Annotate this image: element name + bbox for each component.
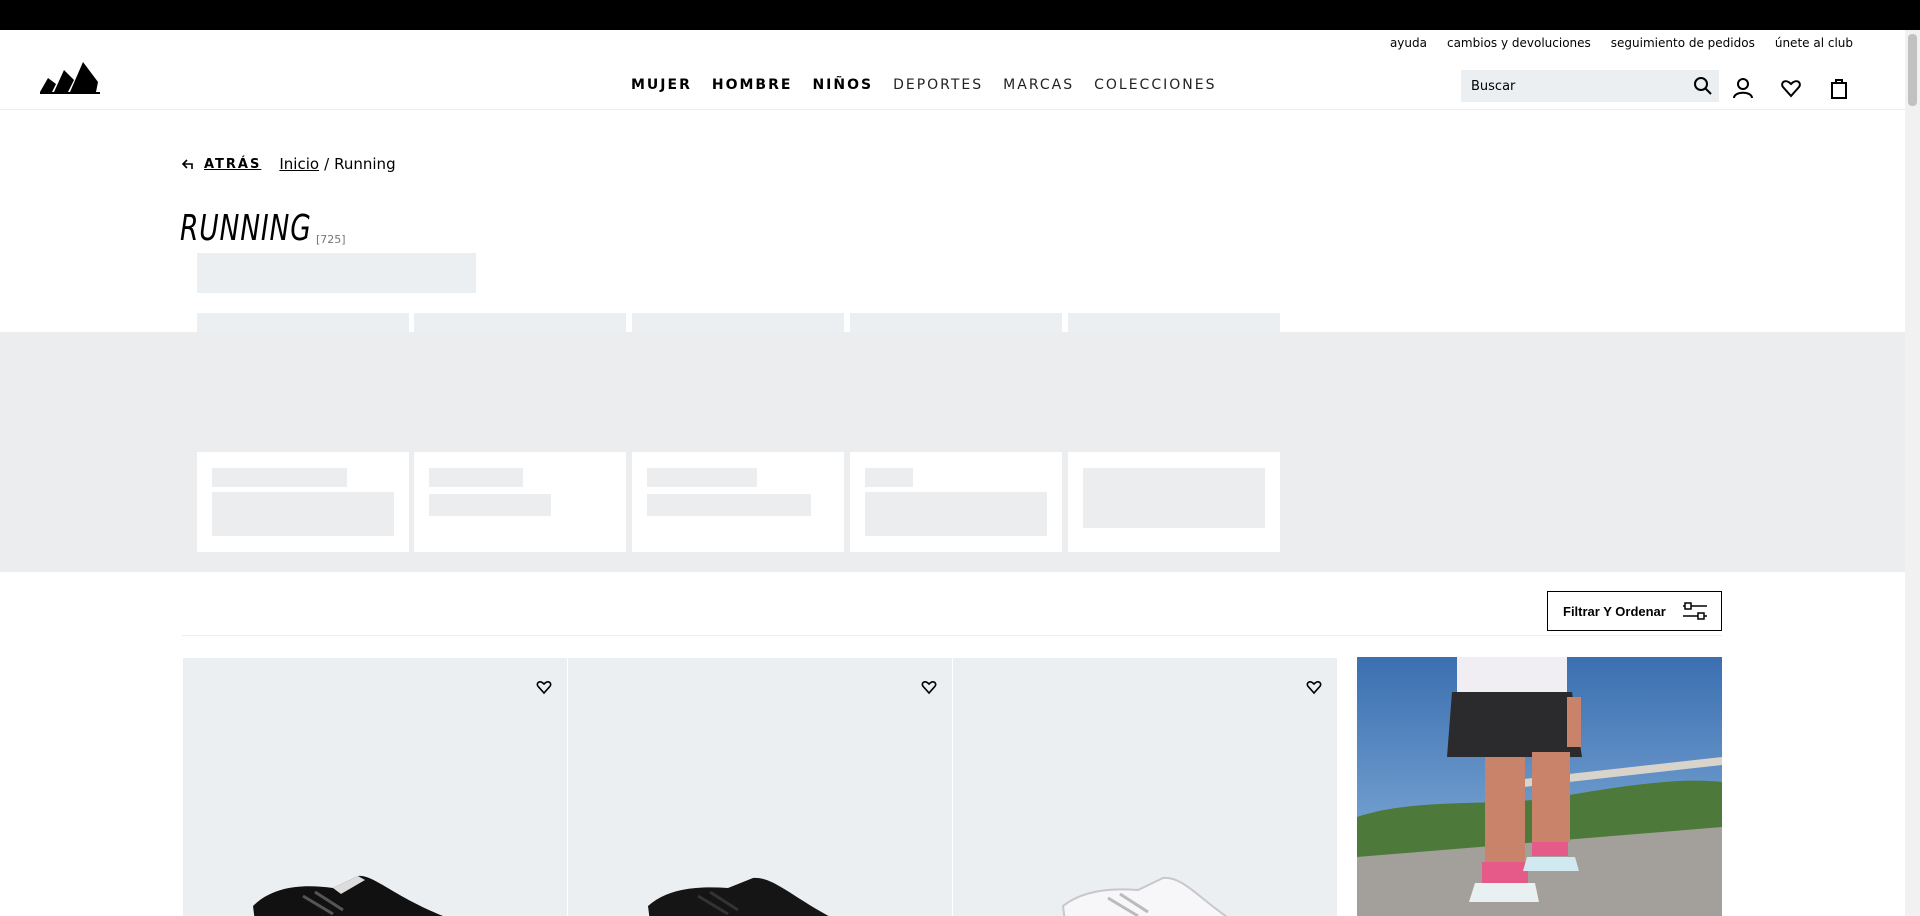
skeleton-line [212,492,394,536]
skeleton-line [429,494,551,516]
breadcrumb-separator: / [324,155,330,173]
promo-runner-image[interactable] [1357,657,1722,916]
skeleton-placeholder [197,253,476,293]
nav-item-deportes[interactable]: DEPORTES [893,77,983,93]
top-banner [0,0,1920,30]
skeleton-tab [850,313,1062,333]
skeleton-card [850,452,1062,552]
heart-icon[interactable] [535,678,553,696]
utility-links: ayuda cambios y devoluciones seguimiento… [1390,36,1853,50]
search-icon[interactable] [1693,76,1713,96]
shoe-image [253,875,443,916]
nav-item-hombre[interactable]: HOMBRE [712,77,793,93]
search-box [1461,70,1719,102]
main-nav: MUJER HOMBRE NIÑOS DEPORTES MARCAS COLEC… [631,77,1216,93]
adidas-logo[interactable] [40,54,100,94]
skeleton-card [632,452,844,552]
product-card[interactable] [568,658,952,916]
skeleton-line [865,492,1047,536]
skeleton-card [197,452,409,552]
nav-item-ninos[interactable]: NIÑOS [812,77,873,93]
site-header: ayuda cambios y devoluciones seguimiento… [0,30,1905,110]
skeleton-tab [197,313,409,333]
filter-sort-label: Filtrar Y Ordenar [1563,603,1666,619]
join-club-link[interactable]: únete al club [1775,36,1853,50]
skeleton-tab [632,313,844,333]
shoe-image [1061,876,1228,916]
skeleton-line [1083,468,1265,528]
help-link[interactable]: ayuda [1390,36,1427,50]
skeleton-card [1068,452,1280,552]
skeleton-line [647,494,811,516]
skeleton-line [647,468,757,487]
search-input[interactable] [1461,70,1681,102]
back-arrow-icon [182,159,193,169]
account-icon[interactable] [1731,76,1755,100]
page-title: RUNNING [180,208,312,249]
shoe-image [648,877,829,916]
skeleton-line [865,468,913,487]
breadcrumb-home[interactable]: Inicio [279,155,319,173]
product-card[interactable] [183,658,567,916]
order-tracking-link[interactable]: seguimiento de pedidos [1611,36,1755,50]
wishlist-icon[interactable] [1779,76,1803,100]
filter-sort-button[interactable]: Filtrar Y Ordenar [1547,591,1722,631]
returns-link[interactable]: cambios y devoluciones [1447,36,1591,50]
nav-item-mujer[interactable]: MUJER [631,77,692,93]
product-card[interactable] [953,658,1337,916]
back-label: ATRÁS [204,156,262,172]
toolbar-divider [182,635,1722,636]
skeleton-card [414,452,626,552]
skeleton-tab [1068,313,1280,333]
skeleton-tab [414,313,626,333]
skeleton-line [429,468,523,487]
heart-icon[interactable] [1305,678,1323,696]
back-link[interactable]: ATRÁS [182,157,261,172]
breadcrumb: ATRÁS Inicio / Running [182,155,396,173]
bag-icon[interactable] [1827,76,1851,100]
nav-item-colecciones[interactable]: COLECCIONES [1094,77,1216,93]
scrollbar-thumb[interactable] [1908,34,1917,106]
breadcrumb-current: Running [334,155,396,173]
product-count: [725] [316,233,346,246]
heart-icon[interactable] [920,678,938,696]
filter-sliders-icon [1683,602,1707,620]
scrollbar[interactable] [1905,30,1920,916]
skeleton-line [212,468,347,487]
nav-item-marcas[interactable]: MARCAS [1003,77,1074,93]
